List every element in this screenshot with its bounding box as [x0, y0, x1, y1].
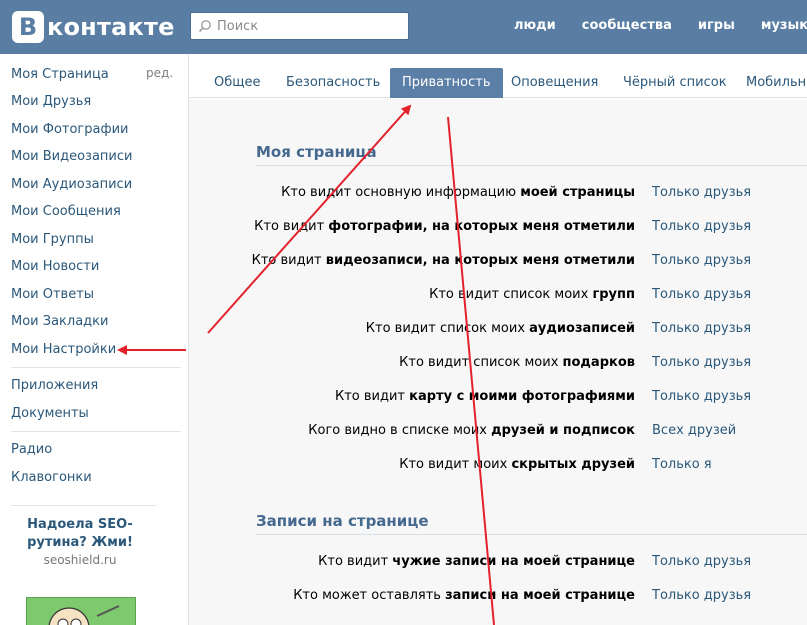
- nav-communities[interactable]: сообщества: [582, 18, 672, 33]
- vk-logo[interactable]: В контакте: [12, 11, 175, 43]
- privacy-row-label: Кто видит список моих аудиозаписей: [365, 321, 635, 336]
- sidebar-item-settings[interactable]: Мои Настройки: [11, 340, 116, 360]
- search-input[interactable]: [217, 18, 397, 34]
- top-header: В контакте люди сообщества игры музыка: [0, 0, 807, 54]
- sidebar-divider: [11, 505, 156, 506]
- privacy-value-link[interactable]: Только друзья: [652, 287, 751, 302]
- privacy-value-link[interactable]: Только друзья: [652, 355, 751, 370]
- privacy-row-label: Кто видит список моих подарков: [399, 355, 635, 370]
- privacy-row-label: Кто может оставлять записи на моей стран…: [293, 588, 635, 603]
- search-box[interactable]: [190, 12, 409, 40]
- tab-blacklist[interactable]: Чёрный список: [623, 68, 727, 98]
- promo-image[interactable]: [26, 597, 136, 625]
- tab-notifications[interactable]: Оповещения: [511, 68, 598, 98]
- tab-general[interactable]: Общее: [214, 68, 261, 98]
- nav-games[interactable]: игры: [698, 18, 735, 33]
- tab-mobile[interactable]: Мобильные: [746, 68, 807, 98]
- sidebar-item-news[interactable]: Мои Новости: [11, 257, 99, 277]
- left-sidebar: Моя Страница ред. Мои Друзья Мои Фотогра…: [0, 54, 188, 625]
- sidebar-item-klavogonki[interactable]: Клавогонки: [11, 468, 92, 488]
- top-nav: люди сообщества игры музыка: [514, 18, 807, 33]
- privacy-value-link[interactable]: Только друзья: [652, 185, 751, 200]
- sidebar-item-photos[interactable]: Мои Фотографии: [11, 120, 128, 140]
- sidebar-item-groups[interactable]: Мои Группы: [11, 230, 94, 250]
- section-divider: [256, 534, 807, 535]
- privacy-value-link[interactable]: Только я: [652, 457, 712, 472]
- privacy-value-link[interactable]: Только друзья: [652, 554, 751, 569]
- privacy-row-label: Кто видит список моих групп: [429, 287, 635, 302]
- privacy-row-label: Кто видит основную информацию моей стран…: [281, 185, 635, 200]
- sidebar-divider: [11, 431, 181, 432]
- sidebar-edit-link[interactable]: ред.: [146, 66, 173, 80]
- privacy-value-link[interactable]: Только друзья: [652, 588, 751, 603]
- sidebar-item-documents[interactable]: Документы: [11, 404, 89, 424]
- tab-security[interactable]: Безопасность: [286, 68, 380, 98]
- privacy-value-link[interactable]: Всех друзей: [652, 423, 736, 438]
- sidebar-item-bookmarks[interactable]: Мои Закладки: [11, 312, 108, 332]
- privacy-value-link[interactable]: Только друзья: [652, 321, 751, 336]
- sidebar-item-my-page[interactable]: Моя Страница: [11, 65, 109, 85]
- privacy-row-label: Кто видит карту с моими фотографиями: [335, 389, 635, 404]
- sidebar-item-videos[interactable]: Мои Видеозаписи: [11, 147, 132, 167]
- nav-music[interactable]: музыка: [761, 18, 807, 33]
- section-divider: [256, 165, 807, 166]
- privacy-row-label: Кого видно в списке моих друзей и подпис…: [308, 423, 635, 438]
- section-title-my-page: Моя страница: [256, 143, 377, 161]
- nav-people[interactable]: люди: [514, 18, 556, 33]
- sidebar-item-messages[interactable]: Мои Сообщения: [11, 202, 121, 222]
- sidebar-item-apps[interactable]: Приложения: [11, 376, 98, 396]
- tab-privacy[interactable]: Приватность: [390, 68, 503, 98]
- privacy-value-link[interactable]: Только друзья: [652, 253, 751, 268]
- promo-block[interactable]: Надоела SEO-рутина? Жми! seoshield.ru: [10, 516, 150, 567]
- privacy-value-link[interactable]: Только друзья: [652, 389, 751, 404]
- settings-tabs: Общее Безопасность Приватность Оповещени…: [189, 54, 807, 98]
- promo-title: Надоела SEO-рутина? Жми!: [27, 517, 133, 550]
- privacy-row-label: Кто видит моих скрытых друзей: [399, 457, 635, 472]
- sidebar-item-audio[interactable]: Мои Аудиозаписи: [11, 175, 132, 195]
- section-title-wall-posts: Записи на странице: [256, 512, 429, 530]
- sidebar-item-answers[interactable]: Мои Ответы: [11, 285, 94, 305]
- sidebar-divider: [11, 367, 181, 368]
- privacy-value-link[interactable]: Только друзья: [652, 219, 751, 234]
- privacy-row-label: Кто видит чужие записи на моей странице: [318, 554, 635, 569]
- promo-site: seoshield.ru: [43, 553, 117, 567]
- sidebar-item-friends[interactable]: Мои Друзья: [11, 92, 91, 112]
- logo-letter: В: [12, 11, 44, 43]
- privacy-row-label: Кто видит фотографии, на которых меня от…: [254, 219, 635, 234]
- sidebar-item-radio[interactable]: Радио: [11, 440, 52, 460]
- logo-text: контакте: [47, 13, 175, 41]
- search-icon: [198, 19, 212, 33]
- privacy-row-label: Кто видит видеозаписи, на которых меня о…: [251, 253, 635, 268]
